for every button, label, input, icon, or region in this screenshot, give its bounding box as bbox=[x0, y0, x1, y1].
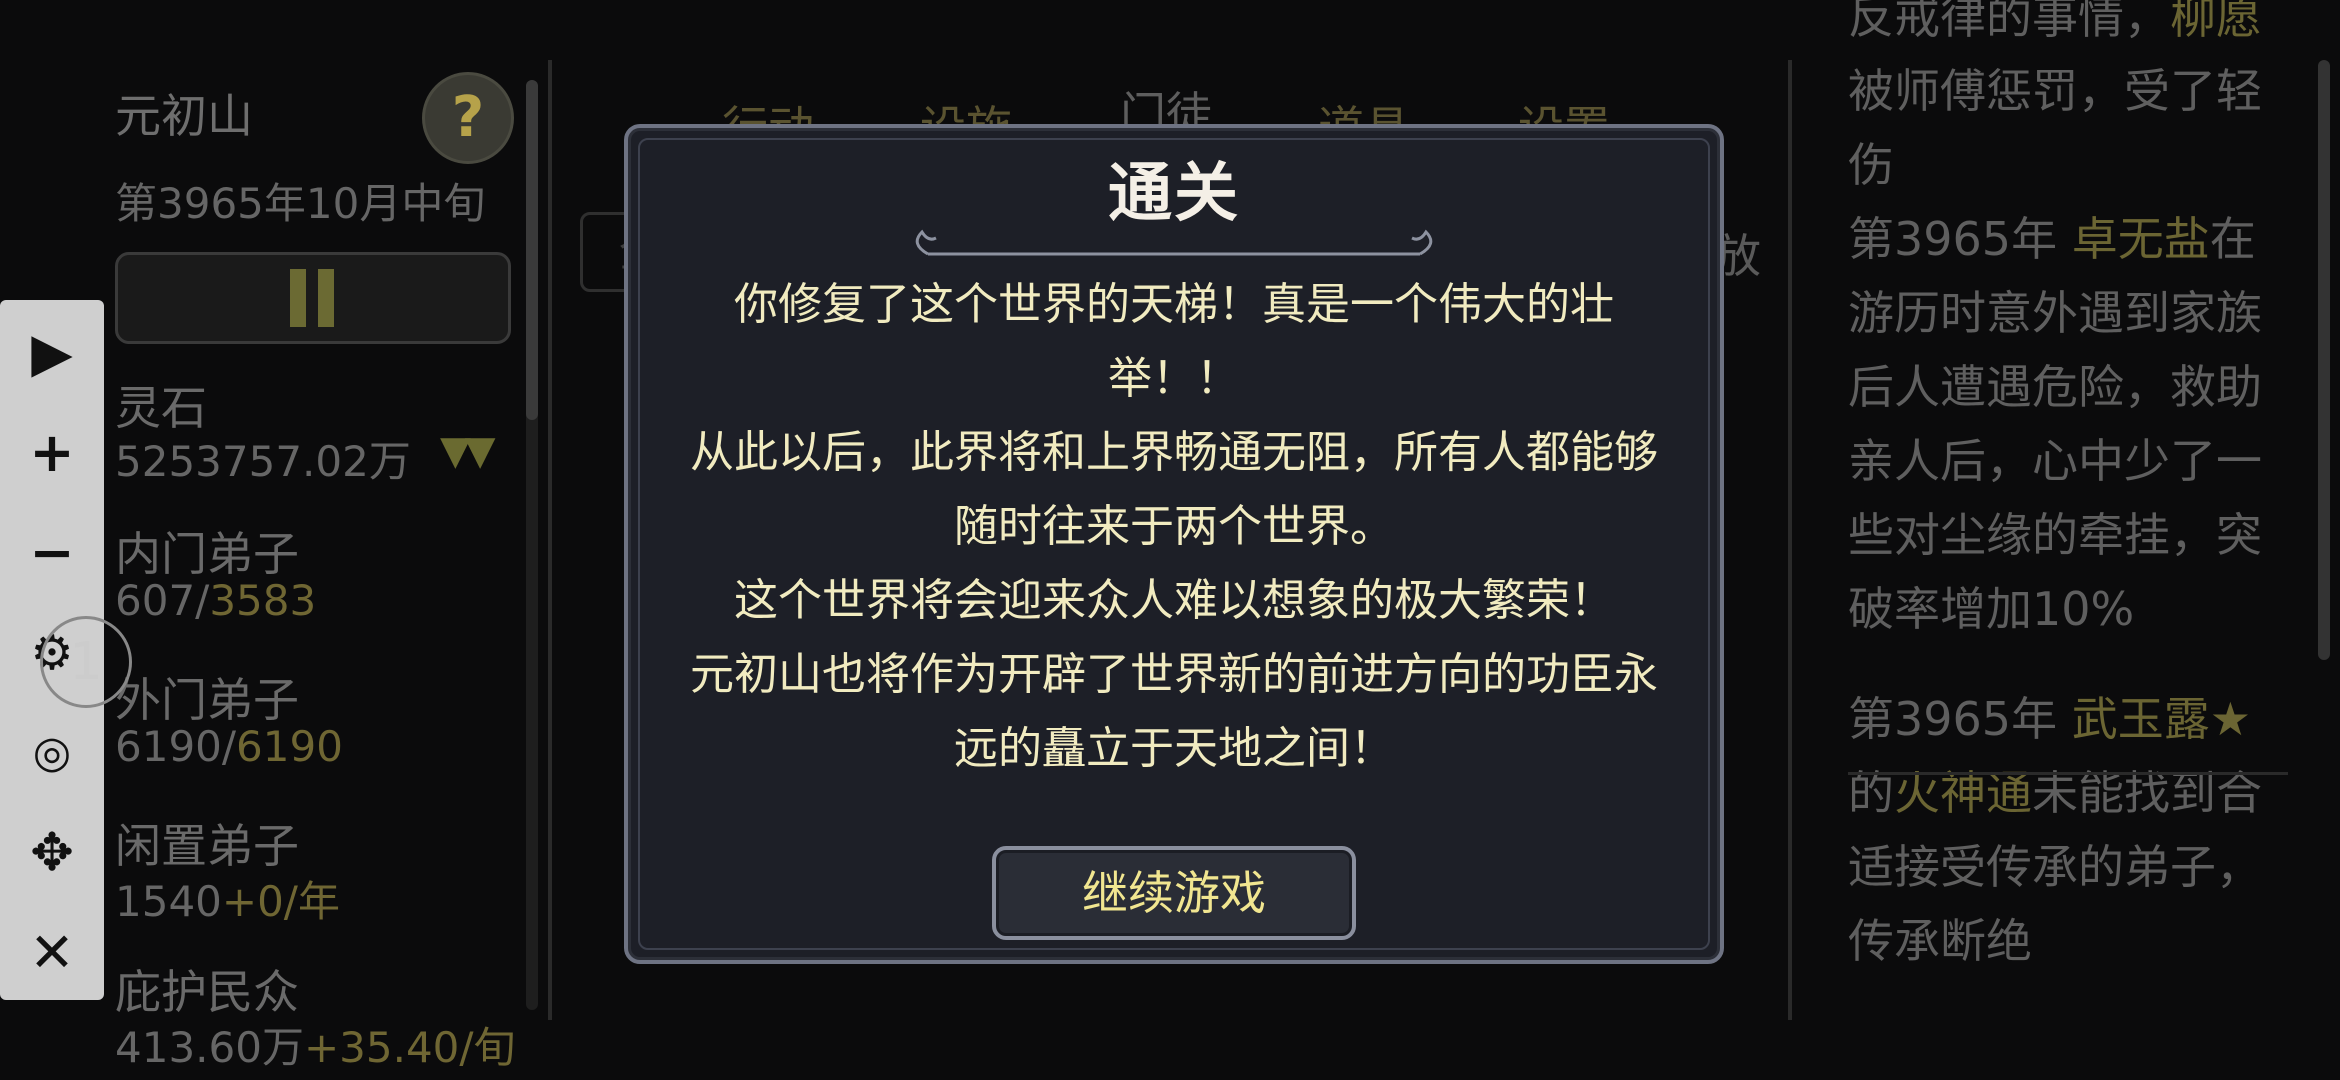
game-clear-dialog: 通关 你修复了这个世界的天梯！真是一个伟大的壮举！！ 从此以后，此界将和上界畅通… bbox=[624, 124, 1724, 964]
inner-disciples-value: 607/3583 bbox=[115, 576, 317, 625]
outer-disciples-label: 外门弟子 bbox=[115, 673, 299, 727]
game-date: 第3965年10月中旬 bbox=[115, 179, 486, 228]
pause-icon bbox=[290, 269, 306, 327]
minus-icon[interactable]: − bbox=[0, 504, 104, 602]
dialog-paragraph: 元初山也将作为开辟了世界新的前进方向的功臣永远的矗立于天地之间！ bbox=[690, 649, 1658, 774]
log-entry: 第3965年 卓无盐在游历时意外遇到家族后人遭遇危险，救助亲人后，心中少了一些对… bbox=[1848, 212, 2262, 636]
left-divider bbox=[548, 60, 552, 1020]
left-scrollbar[interactable] bbox=[526, 80, 538, 1010]
log-scrollbar[interactable] bbox=[2318, 60, 2330, 660]
dialog-message: 你修复了这个世界的天梯！真是一个伟大的壮举！！ 从此以后，此界将和上界畅通无阻，… bbox=[688, 268, 1660, 786]
pause-button[interactable] bbox=[115, 252, 511, 344]
protected-people-label: 庇护民众 bbox=[115, 965, 299, 1019]
dialog-title: 通关 bbox=[1108, 157, 1240, 231]
plus-icon[interactable]: + bbox=[0, 404, 104, 502]
eye-off-icon[interactable]: ◎ bbox=[0, 704, 104, 802]
touch-indicator: 1 bbox=[40, 616, 132, 708]
protected-people-value: 413.60万+35.40/旬 bbox=[115, 1023, 516, 1072]
title-ornament bbox=[915, 229, 1433, 256]
move-icon[interactable]: ✥ bbox=[0, 804, 104, 902]
log-divider bbox=[1848, 772, 2288, 775]
sect-name: 元初山 bbox=[115, 89, 253, 143]
play-icon[interactable]: ▶ bbox=[0, 304, 104, 402]
close-icon[interactable]: ✕ bbox=[0, 904, 104, 1002]
help-icon[interactable]: ? bbox=[422, 72, 514, 164]
trend-down-icon: ▼▼ bbox=[440, 428, 495, 474]
idle-disciples-label: 闲置弟子 bbox=[115, 819, 299, 873]
dialog-paragraph: 从此以后，此界将和上界畅通无阻，所有人都能够随时往来于两个世界。 bbox=[690, 427, 1658, 552]
idle-disciples-value: 1540+0/年 bbox=[115, 877, 340, 926]
outer-disciples-value: 6190/6190 bbox=[115, 722, 343, 771]
log-entry: 反戒律的事情，柳愿被师傅惩罚，受了轻伤 bbox=[1848, 0, 2262, 192]
log-entry: 第3965年 武玉露★的火神通未能找到合适接受传承的弟子，传承断绝 bbox=[1848, 692, 2262, 968]
event-log: 反戒律的事情，柳愿被师傅惩罚，受了轻伤 第3965年 卓无盐在游历时意外遇到家族… bbox=[1848, 0, 2288, 978]
right-divider bbox=[1788, 60, 1792, 1020]
dialog-paragraph: 你修复了这个世界的天梯！真是一个伟大的壮举！！ bbox=[734, 279, 1614, 404]
spirit-stone-value: 5253757.02万 bbox=[115, 437, 411, 486]
dialog-paragraph: 这个世界将会迎来众人难以想象的极大繁荣！ bbox=[734, 575, 1614, 626]
continue-game-button[interactable]: 继续游戏 bbox=[992, 846, 1356, 940]
inner-disciples-label: 内门弟子 bbox=[115, 527, 299, 581]
